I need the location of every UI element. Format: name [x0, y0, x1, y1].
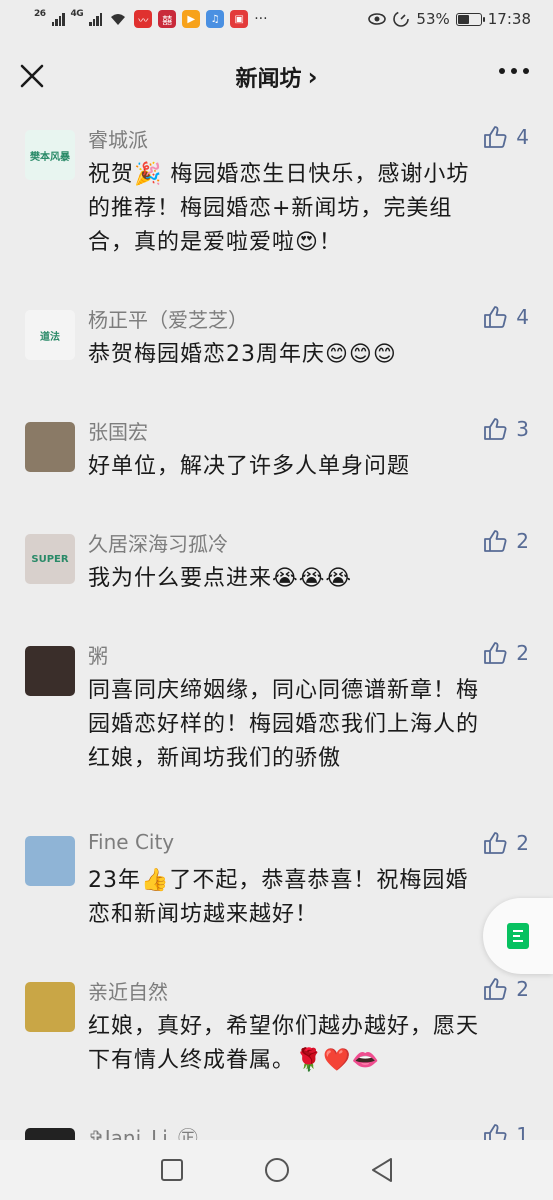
like-count: 2 [516, 831, 529, 855]
comment-text-line: 园婚恋好样的！梅园婚恋我们上海人的 [88, 712, 480, 737]
signal-1-label: 26 [34, 9, 46, 19]
comment-text: 我为什么要点进来😭😭😭 [88, 562, 528, 596]
thumbs-up-icon [482, 528, 508, 554]
clock: 17:38 [487, 10, 531, 28]
like-button[interactable]: 2 [482, 528, 529, 554]
like-button[interactable]: 1 [482, 1122, 529, 1140]
comment-text-line: 合，真的是爱啦爱啦😍！ [88, 230, 342, 255]
comment-text: 祝贺🎉 梅园婚恋生日快乐，感谢小坊 的推荐！梅园婚恋+新闻坊，完美组 合，真的是爱啦… [88, 158, 528, 260]
avatar[interactable]: SUPER [25, 534, 75, 584]
like-count: 2 [516, 977, 529, 1001]
recents-square-icon[interactable] [160, 1158, 184, 1182]
status-right: 53% 17:38 [368, 10, 531, 28]
like-button[interactable]: 2 [482, 976, 529, 1002]
comment-author: 亲近自然 [88, 980, 168, 1004]
thumbs-up-icon [482, 1122, 508, 1140]
page-title-text: 新闻坊 [235, 67, 302, 92]
comment-text: 好单位，解决了许多人单身问题 [88, 450, 528, 484]
like-button[interactable]: 4 [482, 304, 529, 330]
nav-bar: 新闻坊 › [0, 38, 553, 116]
note-icon [507, 923, 529, 949]
app-icon-news: 囍 [158, 10, 177, 28]
like-button[interactable]: 2 [482, 640, 529, 666]
avatar[interactable] [25, 982, 75, 1032]
like-count: 2 [516, 641, 529, 665]
like-count: 4 [516, 305, 529, 329]
comment-text-line: 同喜同庆缔姻缘，同心同德谱新章！梅 [88, 678, 480, 703]
like-button[interactable]: 4 [482, 124, 529, 150]
comment-text-line: 的推荐！梅园婚恋+新闻坊，完美组 [88, 196, 453, 221]
comment-text-line: 23年👍了不起，恭喜恭喜！祝梅园婚 [88, 868, 469, 893]
comment-author: 粥 [88, 644, 108, 668]
system-nav-bar [0, 1140, 553, 1200]
avatar[interactable]: 樊本风暴 [25, 130, 75, 180]
comment-list: 樊本风暴 睿城派 4 祝贺🎉 梅园婚恋生日快乐，感谢小坊 的推荐！梅园婚恋+新闻坊，完美… [0, 116, 553, 1140]
status-left: 26 4G 〰 囍 ▶ ♫ ▣ ··· [34, 9, 268, 28]
speed-icon [393, 11, 410, 27]
app-icon-square: ▣ [230, 10, 249, 28]
like-count: 2 [516, 529, 529, 553]
chevron-right-icon: › [307, 63, 318, 91]
comment-text-line: 恭贺梅园婚恋23周年庆😊😊😊 [88, 342, 397, 367]
comment-text: 23年👍了不起，恭喜恭喜！祝梅园婚 恋和新闻坊越来越好！ [88, 864, 528, 932]
comment-text-line: 我为什么要点进来😭😭😭 [88, 566, 353, 591]
more-notifications: ··· [254, 11, 268, 27]
more-menu-icon[interactable] [499, 68, 529, 74]
comment-text: 红娘，真好，希望你们越办越好，愿天 下有情人终成眷属。🌹❤️👄 [88, 1010, 528, 1078]
wifi-icon [111, 14, 126, 25]
like-button[interactable]: 3 [482, 416, 529, 442]
signal-1-icon [51, 12, 65, 26]
avatar[interactable] [25, 422, 75, 472]
app-icon-play: ▶ [182, 10, 201, 28]
signal-2-icon [89, 12, 103, 26]
comment-author: ✞Jani_Li_㊣ [88, 1126, 198, 1140]
floating-note-button[interactable] [483, 898, 553, 974]
comment-text: 同喜同庆缔姻缘，同心同德谱新章！梅 园婚恋好样的！梅园婚恋我们上海人的 红娘，新闻坊… [88, 674, 528, 776]
comment-text-line: 下有情人终成眷属。🌹❤️👄 [88, 1048, 381, 1073]
avatar[interactable] [25, 646, 75, 696]
battery-icon [455, 12, 485, 26]
comment-text-line: 好单位，解决了许多人单身问题 [88, 454, 411, 479]
signal-2-label: 4G [70, 9, 84, 19]
comment-text-line: 红娘，真好，希望你们越办越好，愿天 [88, 1014, 480, 1039]
battery-percent: 53% [416, 10, 450, 28]
back-triangle-icon[interactable] [370, 1157, 394, 1183]
comment-text-line: 恋和新闻坊越来越好！ [88, 902, 319, 927]
thumbs-up-icon [482, 830, 508, 856]
close-icon[interactable] [18, 62, 46, 90]
comment-author: 杨正平（爱芝芝） [88, 308, 248, 332]
comment-author: Fine City [88, 830, 175, 854]
thumbs-up-icon [482, 640, 508, 666]
thumbs-up-icon [482, 976, 508, 1002]
app-icon-red: 〰 [134, 10, 153, 28]
eye-icon [368, 13, 387, 25]
like-button[interactable]: 2 [482, 830, 529, 856]
thumbs-up-icon [482, 416, 508, 442]
status-bar: 26 4G 〰 囍 ▶ ♫ ▣ ··· 53% 17:38 [0, 0, 553, 38]
home-circle-icon[interactable] [263, 1156, 291, 1184]
avatar[interactable] [25, 836, 75, 886]
comment-text: 恭贺梅园婚恋23周年庆😊😊😊 [88, 338, 528, 372]
comment-author: 张国宏 [88, 420, 148, 444]
comment-author: 睿城派 [88, 128, 148, 152]
app-icon-music: ♫ [206, 10, 225, 28]
comment-author: 久居深海习孤冷 [88, 532, 228, 556]
thumbs-up-icon [482, 304, 508, 330]
like-count: 4 [516, 125, 529, 149]
comment-text-line: 红娘，新闻坊我们的骄傲 [88, 746, 342, 771]
thumbs-up-icon [482, 124, 508, 150]
like-count: 3 [516, 417, 529, 441]
like-count: 1 [516, 1123, 529, 1140]
avatar[interactable] [25, 1128, 75, 1140]
page-title[interactable]: 新闻坊 › [236, 61, 318, 93]
avatar[interactable]: 道法 [25, 310, 75, 360]
comment-text-line: 祝贺🎉 梅园婚恋生日快乐，感谢小坊 [88, 162, 470, 187]
